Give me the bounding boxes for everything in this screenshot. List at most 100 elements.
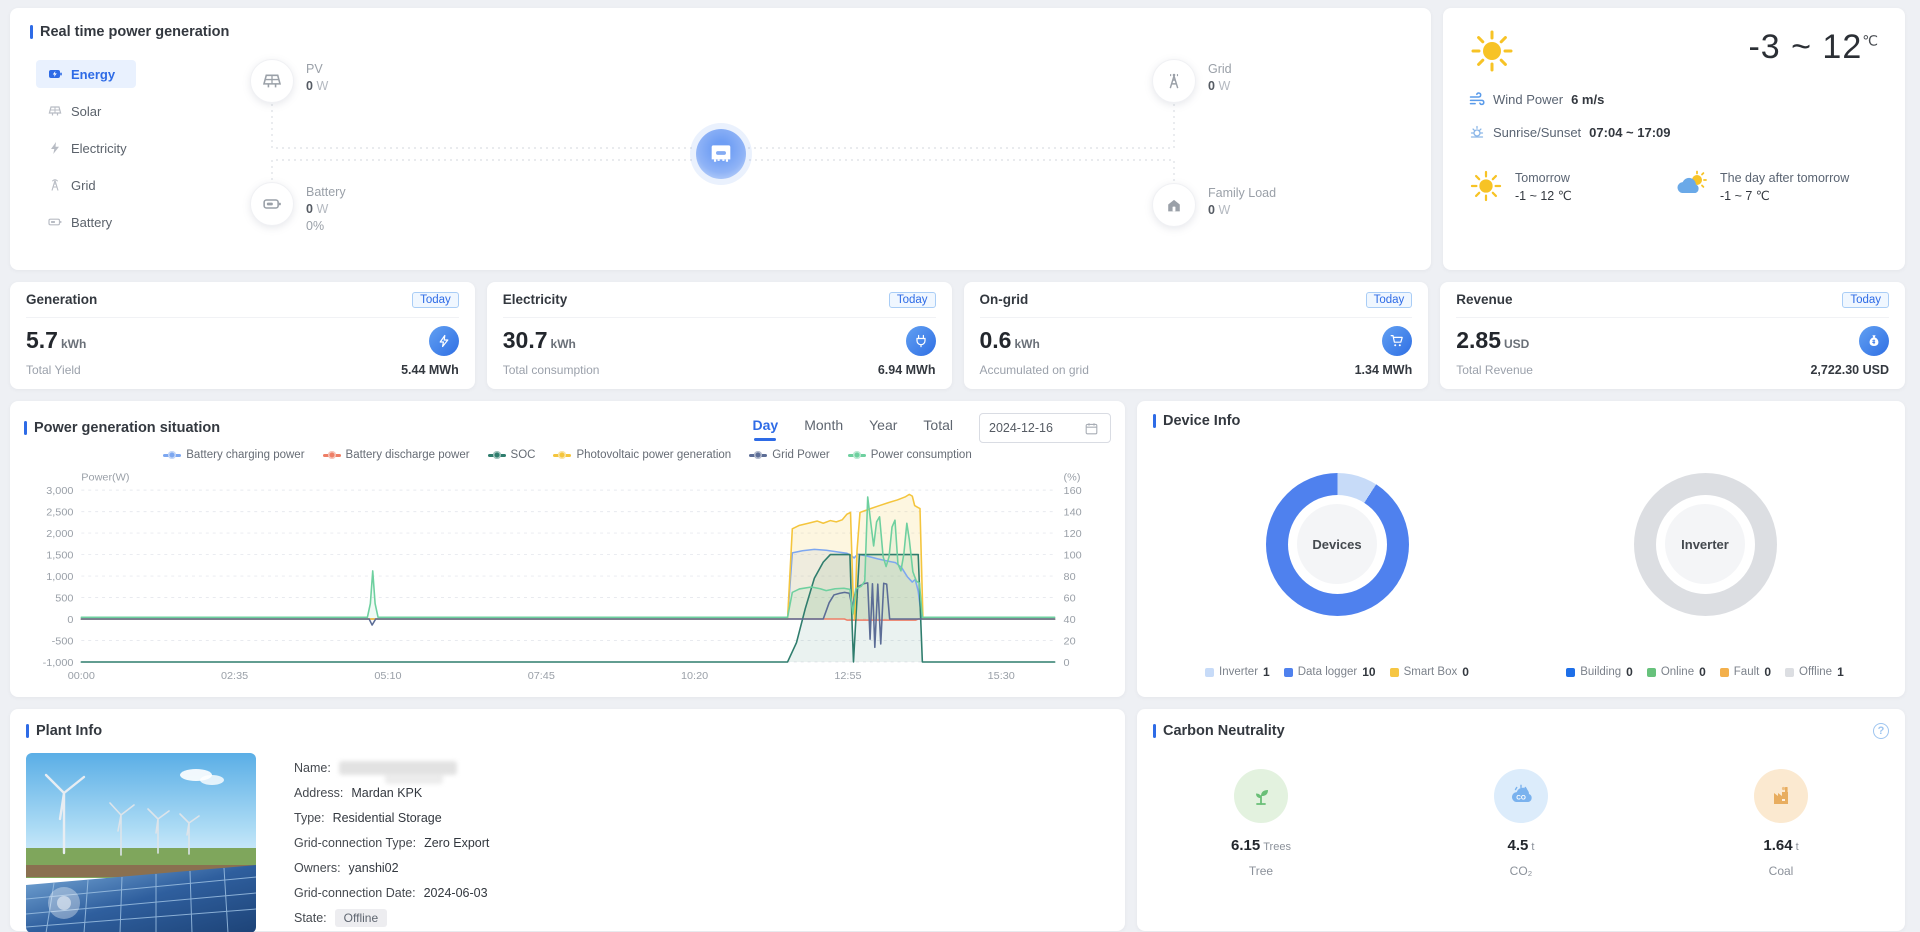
svg-text:20: 20 [1064, 635, 1076, 647]
generation-line-chart[interactable]: Power(W)(%)3,0001602,5001402,0001201,500… [24, 471, 1111, 683]
menu-item-energy[interactable]: Energy [36, 60, 136, 88]
plant-info-panel: Plant Info [10, 709, 1125, 931]
battery-icon [48, 215, 62, 229]
legend-inverter[interactable]: Inverter1 [1205, 665, 1270, 679]
stat-footer-label: Total consumption [503, 363, 600, 377]
plant-field-grid-connection-date: Grid-connection Date: 2024-06-03 [294, 880, 489, 905]
date-input[interactable] [989, 421, 1079, 435]
sun-icon [1469, 28, 1515, 74]
tab-year[interactable]: Year [869, 417, 897, 439]
battery-icon [262, 194, 282, 214]
inverter-icon [708, 141, 734, 167]
legend-power-consumption[interactable]: Power consumption [848, 449, 972, 461]
title-accent-bar [24, 421, 27, 435]
menu-item-electricity[interactable]: Electricity [36, 134, 136, 162]
chart-period-tabs: Day Month Year Total [753, 417, 953, 439]
title-accent-bar [26, 724, 29, 738]
plant-fields: Name: Address: Mardan KPK Type: Resident… [294, 753, 489, 932]
stat-footer-value: 2,722.30 USD [1810, 363, 1889, 377]
today-badge[interactable]: Today [412, 292, 459, 308]
grid-tower-icon [1164, 71, 1184, 91]
legend-soc[interactable]: SOC [488, 449, 536, 461]
legend-grid-power[interactable]: Grid Power [749, 449, 830, 461]
battery-node-label: Battery 0 W 0% [306, 182, 346, 235]
today-badge[interactable]: Today [1366, 292, 1413, 308]
energy-flow-diagram: PV 0 W Grid 0 W [140, 8, 1431, 270]
menu-item-solar[interactable]: Solar [36, 97, 136, 125]
menu-label: Grid [71, 178, 96, 193]
legend-data-logger[interactable]: Data logger10 [1284, 665, 1376, 679]
svg-text:2,500: 2,500 [46, 507, 73, 519]
device-title-text: Device Info [1163, 413, 1240, 429]
carbon-item-tree: 6.15Trees Tree [1201, 769, 1321, 878]
date-picker[interactable] [979, 413, 1111, 443]
tab-month[interactable]: Month [804, 417, 843, 439]
devices-donut-wrap: Devices [1153, 429, 1521, 659]
lightning-icon [48, 141, 62, 155]
tab-total[interactable]: Total [923, 417, 953, 439]
svg-text:(%): (%) [1064, 472, 1081, 484]
help-icon[interactable]: ? [1873, 723, 1889, 739]
svg-text:-1,000: -1,000 [43, 657, 74, 669]
stats-row: Generation Today 5.7kWh Total Yield 5.44… [10, 282, 1905, 389]
plant-field-grid-connection-type: Grid-connection Type: Zero Export [294, 830, 489, 855]
legend-fault[interactable]: Fault0 [1720, 665, 1771, 679]
tree-value: 6.15Trees [1231, 837, 1291, 854]
legend-marker [749, 454, 767, 457]
legend-building[interactable]: Building0 [1566, 665, 1633, 679]
legend-pv-generation[interactable]: Photovoltaic power generation [553, 449, 731, 461]
legend-swatch [1284, 668, 1293, 677]
title-accent-bar [1153, 724, 1156, 738]
bolt-icon [429, 326, 459, 356]
legend-marker [488, 454, 506, 457]
today-badge[interactable]: Today [889, 292, 936, 308]
battery-node-circle [250, 182, 294, 226]
today-badge[interactable]: Today [1842, 292, 1889, 308]
sprout-icon [1234, 769, 1288, 823]
calendar-icon [1085, 422, 1098, 435]
grid-node-circle [1152, 59, 1196, 103]
legend-battery-charging[interactable]: Battery charging power [163, 449, 304, 461]
stat-footer-label: Total Revenue [1456, 363, 1533, 377]
svg-text:160: 160 [1064, 485, 1082, 497]
sunrise-icon [1469, 124, 1485, 140]
inverter-donut-chart[interactable]: Inverter [1634, 473, 1777, 616]
inverter-donut-legend: Building0 Online0 Fault0 Offline1 [1521, 659, 1889, 685]
tab-day[interactable]: Day [753, 417, 779, 439]
legend-online[interactable]: Online0 [1647, 665, 1706, 679]
forecast-temp: -1 ~ 7 ℃ [1720, 188, 1849, 203]
plant-photo [26, 753, 256, 932]
carbon-panel-title: Carbon Neutrality [1153, 723, 1285, 739]
devices-donut-chart[interactable]: Devices [1266, 473, 1409, 616]
svg-text:100: 100 [1064, 550, 1082, 562]
menu-item-battery[interactable]: Battery [36, 208, 136, 236]
menu-label: Energy [71, 67, 115, 82]
legend-smart-box[interactable]: Smart Box0 [1390, 665, 1469, 679]
grid-node: Grid 0 W [1152, 59, 1232, 103]
cart-icon [1382, 326, 1412, 356]
svg-text:3,000: 3,000 [46, 485, 73, 497]
svg-text:10:20: 10:20 [681, 670, 708, 682]
plant-field-state: State: Offline [294, 905, 489, 930]
forecast-label: Tomorrow [1515, 168, 1572, 188]
plant-title-text: Plant Info [36, 723, 102, 739]
stat-card-ongrid: On-grid Today 0.6kWh Accumulated on grid… [964, 282, 1429, 389]
wind-label: Wind Power [1493, 92, 1563, 107]
battery-node: Battery 0 W 0% [250, 182, 346, 235]
stat-title: Generation [26, 292, 97, 307]
menu-label: Solar [71, 104, 101, 119]
inverter-donut-center-label: Inverter [1665, 504, 1745, 584]
load-node-circle [1152, 183, 1196, 227]
svg-text:-500: -500 [52, 635, 74, 647]
svg-text:00:00: 00:00 [68, 670, 95, 682]
legend-battery-discharge[interactable]: Battery discharge power [323, 449, 470, 461]
pv-node-label: PV 0 W [306, 59, 328, 95]
legend-offline[interactable]: Offline1 [1785, 665, 1844, 679]
legend-swatch [1785, 668, 1794, 677]
legend-marker [848, 454, 866, 457]
stat-value: 2.85USD [1456, 327, 1529, 354]
energy-flow-menu: Energy Solar Electricity Grid Battery [36, 60, 136, 245]
factory-icon [1754, 769, 1808, 823]
forecast-label: The day after tomorrow [1720, 168, 1849, 188]
menu-item-grid[interactable]: Grid [36, 171, 136, 199]
